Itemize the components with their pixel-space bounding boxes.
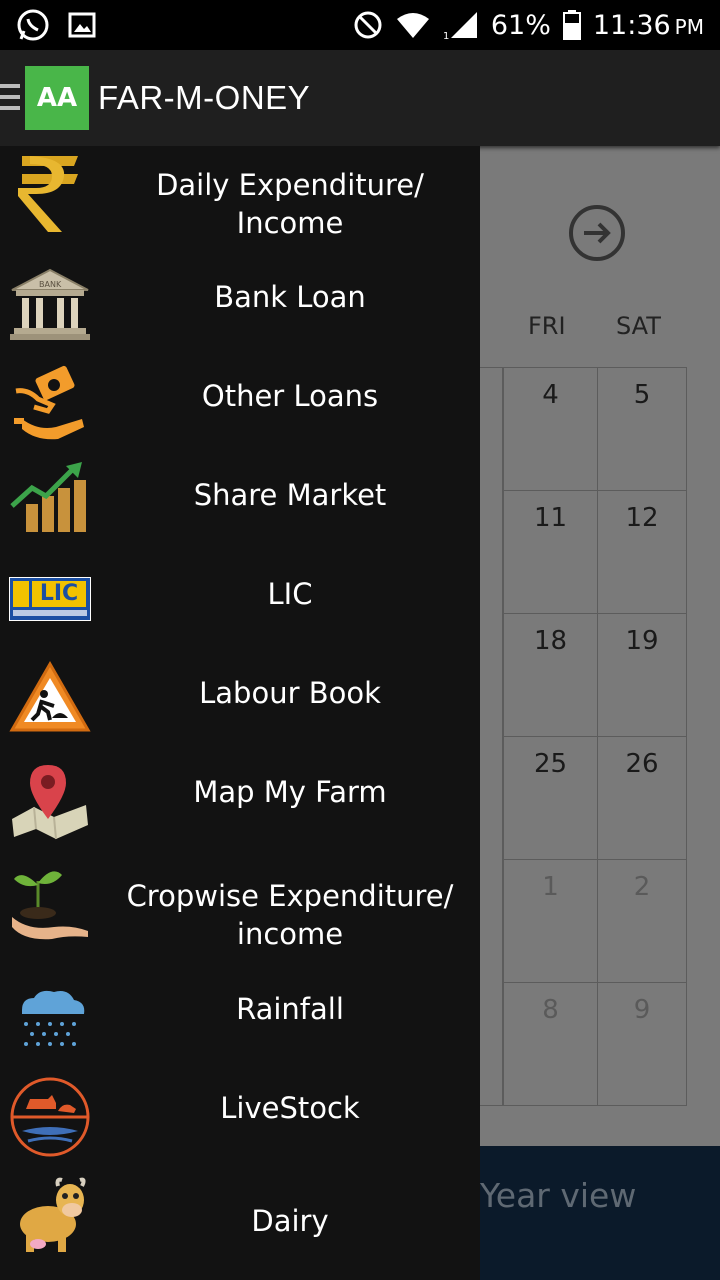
- calendar-day-cell[interactable]: 9: [597, 982, 687, 1106]
- drawer-item-label: Other Loans: [201, 379, 379, 413]
- day-number: 26: [625, 749, 659, 779]
- label-line-2: Income: [236, 206, 344, 240]
- day-header-sat: SAT: [616, 312, 661, 340]
- drawer-item-rainfall[interactable]: Rainfall: [0, 972, 480, 1071]
- lic-logo-text: LIC: [32, 581, 86, 607]
- calendar-day-cell[interactable]: 8: [503, 982, 598, 1106]
- calendar-column-edge: [478, 367, 503, 1106]
- drawer-item-label: Dairy: [251, 1204, 329, 1238]
- day-number: 2: [633, 872, 651, 902]
- drawer-item-label: LiveStock: [220, 1091, 360, 1125]
- rupee-icon: [18, 156, 78, 232]
- svg-text:1: 1: [443, 31, 449, 40]
- calendar-day-cell[interactable]: 19: [597, 613, 687, 737]
- label-line-2: income: [236, 917, 344, 951]
- gallery-icon: [68, 12, 96, 38]
- drawer-item-label: Share Market: [193, 478, 387, 512]
- drawer-item-map-my-farm[interactable]: Map My Farm: [0, 747, 480, 853]
- drawer-item-label: Labour Book: [199, 676, 381, 710]
- drawer-item-label: Map My Farm: [193, 775, 387, 809]
- calendar-day-cell[interactable]: 18: [503, 613, 598, 737]
- calendar-day-cell[interactable]: 25: [503, 736, 598, 860]
- day-number: 8: [542, 995, 559, 1025]
- day-number: 9: [633, 995, 651, 1025]
- calendar-day-cell[interactable]: 4: [503, 367, 598, 491]
- drawer-item-label: LIC: [267, 577, 313, 611]
- calendar-day-cell[interactable]: 12: [597, 490, 687, 614]
- calendar-day-cell[interactable]: 1: [503, 859, 598, 983]
- drawer-item-label: Cropwise Expenditure/ income: [100, 877, 480, 953]
- calendar-day-cell[interactable]: 5: [597, 367, 687, 491]
- svg-text:BANK: BANK: [39, 280, 62, 289]
- drawer-item-livestock[interactable]: LiveStock: [0, 1071, 480, 1170]
- drawer-item-daily-expenditure[interactable]: Daily Expenditure/ Income: [0, 146, 480, 252]
- day-number: 18: [533, 626, 568, 656]
- clock-time: 11:36: [592, 9, 671, 41]
- map-pin-icon: [12, 765, 88, 840]
- drawer-item-label: Bank Loan: [214, 280, 366, 314]
- drawer-item-labour-book[interactable]: Labour Book: [0, 648, 480, 747]
- drawer-item-label: Daily Expenditure/ Income: [100, 166, 480, 242]
- whatsapp-icon: [17, 9, 49, 41]
- livestock-icon: [10, 1077, 90, 1157]
- clock: 11:36 PM: [593, 10, 704, 41]
- lic-logo-icon: LIC: [8, 557, 92, 641]
- label-line-1: Daily Expenditure/: [156, 168, 424, 202]
- year-view-label: Year view: [480, 1176, 637, 1215]
- labour-sign-icon: [9, 660, 91, 732]
- cow-icon: [20, 1177, 86, 1252]
- drawer-item-label: Rainfall: [236, 992, 344, 1026]
- clock-ampm: PM: [674, 14, 704, 39]
- share-market-icon: [10, 462, 86, 532]
- wifi-icon: [396, 13, 429, 38]
- navigation-drawer: Daily Expenditure/ Income BANK Bank Loan…: [0, 146, 480, 1280]
- drawer-item-share-market[interactable]: Share Market: [0, 450, 480, 549]
- next-month-icon[interactable]: [568, 204, 626, 262]
- year-view-bar[interactable]: Year view: [480, 1146, 720, 1280]
- drawer-item-lic[interactable]: LIC LIC: [0, 549, 480, 648]
- drawer-item-other-loans[interactable]: Other Loans: [0, 351, 480, 450]
- calendar-day-cell[interactable]: 2: [597, 859, 687, 983]
- app-logo-text: AA: [36, 83, 78, 113]
- loan-hand-icon: [14, 365, 84, 440]
- calendar-day-cell[interactable]: 26: [597, 736, 687, 860]
- menu-icon[interactable]: [0, 84, 20, 114]
- battery-percent: 61%: [490, 9, 551, 41]
- plant-hand-icon: [12, 871, 88, 940]
- do-not-disturb-icon: [354, 11, 382, 39]
- day-number: 19: [625, 626, 659, 656]
- day-number: 25: [533, 749, 568, 779]
- app-logo[interactable]: AA: [25, 66, 89, 130]
- bank-icon: BANK: [10, 268, 90, 340]
- battery-icon: [562, 10, 581, 40]
- drawer-item-dairy[interactable]: Dairy: [0, 1170, 480, 1280]
- day-number: 1: [542, 872, 559, 902]
- app-bar: AA FAR-M-ONEY: [0, 50, 720, 146]
- day-number: 11: [533, 503, 568, 533]
- drawer-item-cropwise-expenditure[interactable]: Cropwise Expenditure/ income: [0, 853, 480, 972]
- drawer-item-bank-loan[interactable]: BANK Bank Loan: [0, 252, 480, 351]
- day-header-fri: FRI: [528, 312, 566, 340]
- day-number: 4: [542, 380, 559, 410]
- calendar-area: FRI SAT 4 5 11 12 18 19 25 26 1 2 8 9: [478, 146, 720, 1146]
- signal-icon: 1: [443, 12, 477, 40]
- label-line-1: Cropwise Expenditure/: [126, 879, 454, 913]
- calendar-day-cell[interactable]: 11: [503, 490, 598, 614]
- day-number: 12: [625, 503, 659, 533]
- day-number: 5: [633, 380, 651, 410]
- app-title: FAR-M-ONEY: [98, 79, 311, 116]
- rain-cloud-icon: [22, 990, 85, 1046]
- status-bar: 1 61% 11:36 PM: [0, 0, 720, 50]
